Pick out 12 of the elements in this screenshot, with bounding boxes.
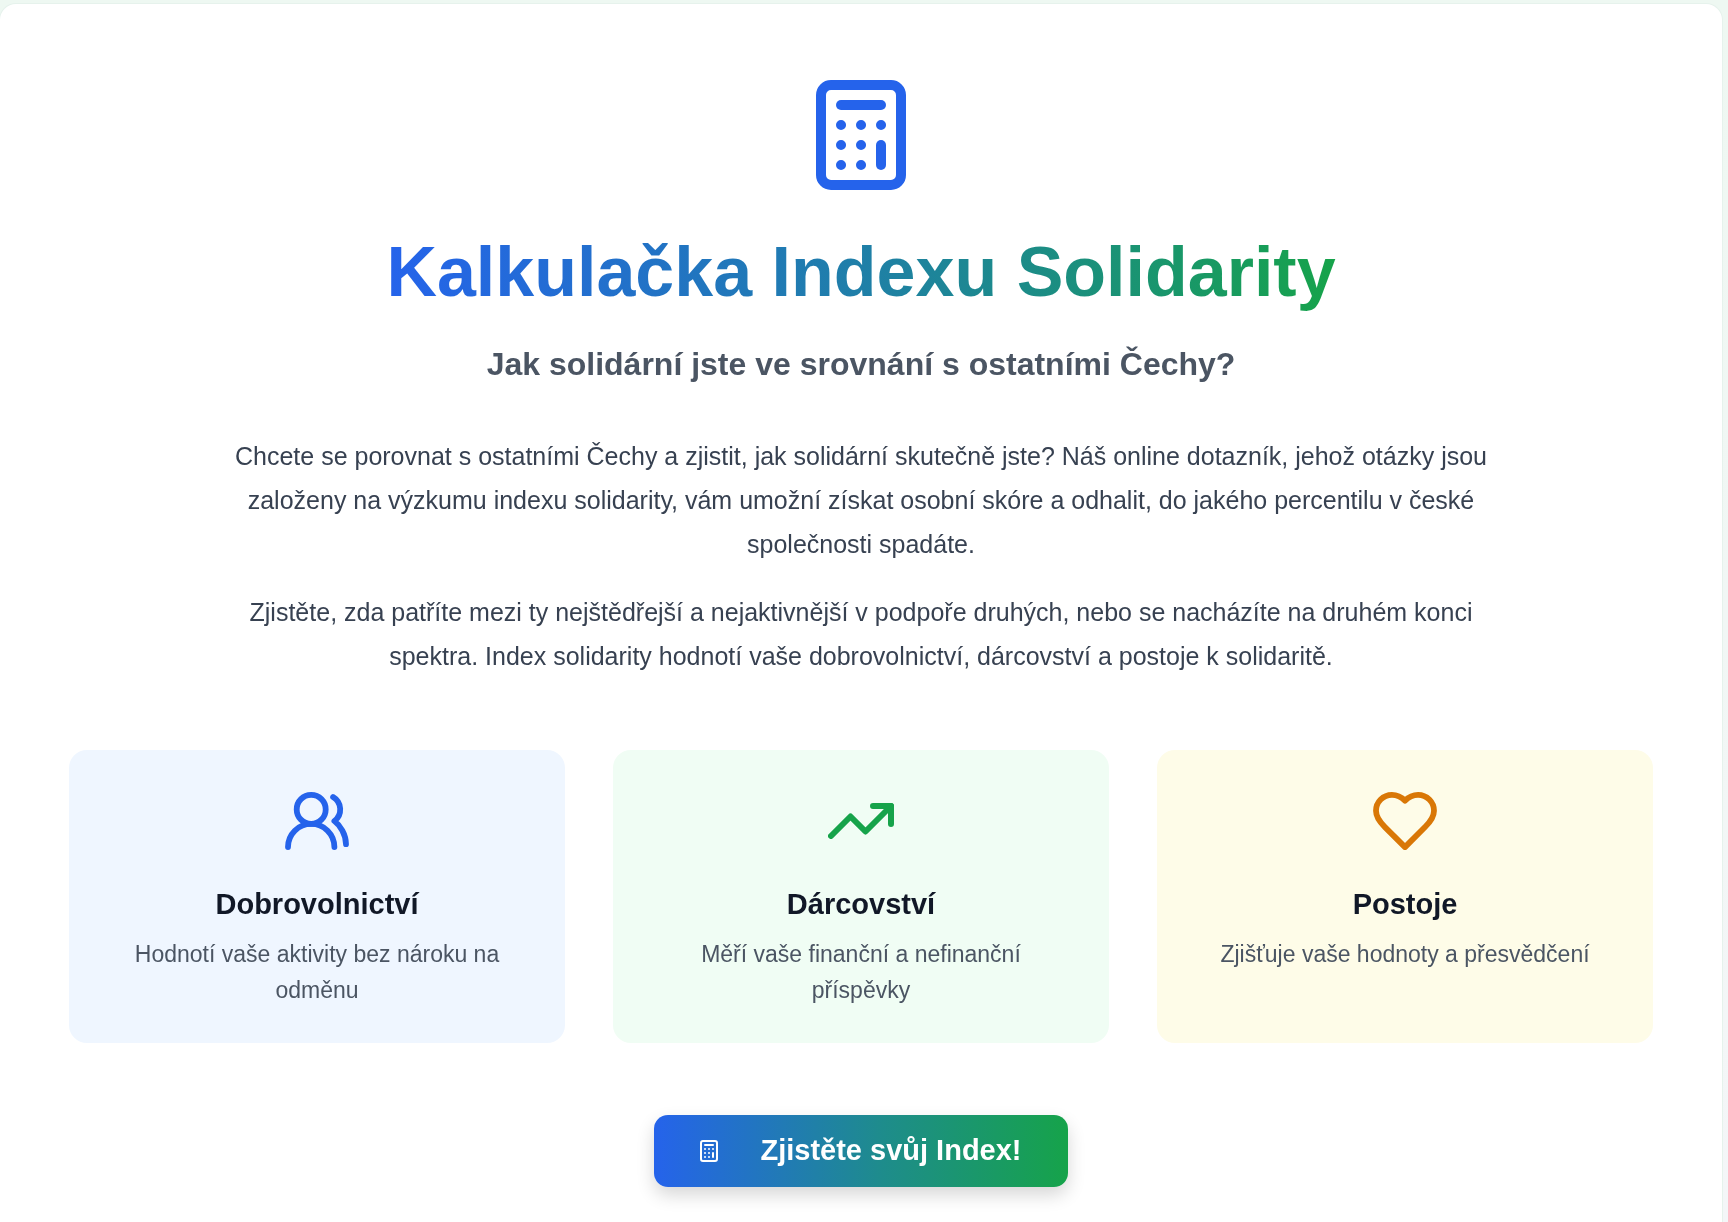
page-subtitle: Jak solidární jste ve srovnání s ostatními Čechy? [486,345,1236,384]
calculator-icon [816,80,906,190]
feature-title: Dárcovství [785,887,937,922]
feature-description: Hodnotí vaše aktivity bez nároku na odměnu [133,940,501,1005]
calculator-icon [700,1140,719,1162]
intro-paragraph: Zjistěte, zda patříte mezi ty nejštědřejší a nejaktivnější v podpoře druhých, nebo se nacházíte na druhém konci spektra. Index solidarity hodnotí vaše dobrovolnictví, dárcovství a postoje k solidaritě. [248,597,1474,672]
feature-title: Postoje [1351,887,1459,922]
feature-description: Měří vaše finanční a nefinanční příspěvky [700,940,1022,1005]
feature-description: Zjišťuje vaše hodnoty a přesvědčení [1219,940,1591,969]
intro-paragraph: Chcete se porovnat s ostatními Čechy a zjistit, jak solidární skutečně jste? Náš online dotazník, jehož otázky jsou založeny na výzkumu indexu solidarity, vám umožní získat osobní skóre a odhalit, do jakého percentilu v české společnosti spadáte. [234,441,1488,560]
feature-title: Dobrovolnictví [214,887,421,922]
start-button[interactable]: Zjistěte svůj Index! [654,1115,1068,1187]
